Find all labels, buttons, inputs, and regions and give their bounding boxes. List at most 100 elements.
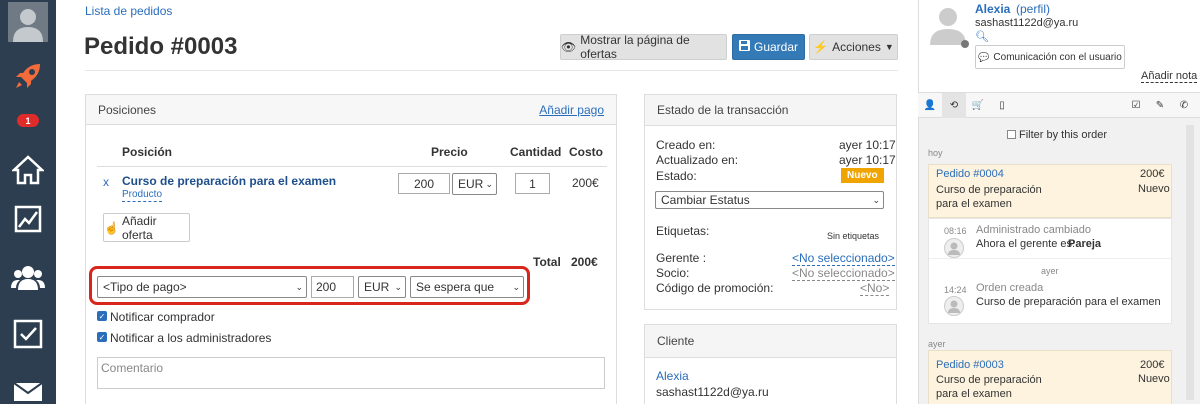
payment-currency-value: EUR — [364, 280, 390, 294]
tab-user-icon[interactable]: 👤 — [918, 93, 942, 118]
tags-value: Sin etiquetas — [827, 231, 880, 241]
home-icon[interactable] — [0, 150, 56, 190]
promo-link[interactable]: <No> — [860, 281, 890, 296]
col-price: Precio — [431, 145, 468, 159]
user-avatar-icon[interactable] — [0, 2, 56, 42]
chat-icon: 💬 — [978, 51, 990, 62]
col-quantity: Cantidad — [510, 145, 562, 159]
profile-name-link[interactable]: Alexia — [975, 2, 1010, 16]
chart-icon[interactable] — [0, 200, 56, 240]
filter-order-label: Filter by this order — [1019, 129, 1108, 141]
order-amount: 200€ — [1140, 359, 1165, 371]
sidebar: 1 — [0, 0, 56, 404]
sidepanel-tabs: 👤 ⟲ 🛒 ▯ ☑ ✎ ✆ — [918, 92, 1200, 118]
show-offers-button[interactable]: 👁 Mostrar la página de ofertas — [560, 33, 727, 61]
tab-phone-icon[interactable]: ✆ — [1172, 93, 1196, 118]
promo-label: Código de promoción: — [656, 281, 774, 295]
client-email: sashast1122d@ya.ru — [656, 385, 769, 399]
table-divider — [97, 166, 607, 167]
tab-tasks-icon[interactable]: ☑ — [1124, 93, 1148, 118]
position-cost: 200€ — [572, 176, 599, 190]
event-manager: Pareja — [1068, 238, 1102, 250]
avatar-icon — [944, 296, 964, 316]
avatar-icon — [944, 238, 964, 258]
client-header: Cliente — [657, 334, 695, 348]
client-name-link[interactable]: Alexia — [656, 369, 689, 383]
event-time: 08:16 — [944, 226, 967, 236]
payment-status-select[interactable]: Se espera que ⌄ — [410, 276, 524, 298]
tab-edit-icon[interactable]: ✎ — [1148, 93, 1172, 118]
order-desc: Curso de preparación para el examen — [936, 184, 1042, 210]
add-offer-button[interactable]: ☝ Añadir oferta — [103, 213, 190, 242]
users-icon[interactable] — [0, 258, 56, 298]
profile-avatar — [927, 3, 969, 45]
status-badge: Nuevo — [841, 168, 884, 183]
chevron-down-icon: ⌄ — [295, 281, 303, 292]
event-time: 14:24 — [944, 285, 967, 295]
add-offer-label: Añadir oferta — [121, 213, 157, 242]
total-label: Total — [533, 255, 561, 269]
price-input[interactable]: 200 — [398, 173, 450, 194]
save-button[interactable]: Guardar — [732, 34, 805, 60]
manager-label: Gerente : — [656, 251, 707, 265]
event-divider — [929, 258, 1171, 259]
save-label: Guardar — [753, 40, 799, 54]
actions-dropdown[interactable]: ⚡ Acciones ▼ — [809, 34, 898, 60]
currency-value: EUR — [458, 177, 484, 191]
chevron-down-icon: ⌄ — [485, 178, 493, 189]
status-label: Estado: — [656, 169, 697, 183]
position-name-link[interactable]: Curso de preparación para el examen — [122, 174, 336, 188]
payment-amount-input[interactable]: 200 — [311, 276, 354, 298]
payment-status-value: Se espera que — [416, 280, 495, 294]
comment-textarea[interactable]: Comentario — [97, 357, 605, 389]
partner-select-link[interactable]: <No seleccionado> — [792, 266, 895, 281]
tab-mobile-icon[interactable]: ▯ — [990, 93, 1014, 118]
payment-type-select[interactable]: <Tipo de pago> ⌄ — [97, 276, 307, 298]
chevron-down-icon: ⌄ — [872, 194, 880, 205]
order-amount: 200€ — [1140, 168, 1165, 180]
order-title-link[interactable]: Pedido #0004 — [936, 168, 1004, 180]
change-status-value: Cambiar Estatus — [661, 193, 750, 207]
notify-admins-checkbox[interactable]: ✓ — [97, 332, 107, 342]
notify-buyer-checkbox[interactable]: ✓ — [97, 311, 107, 321]
total-value: 200€ — [571, 255, 598, 269]
manager-select-link[interactable]: <No seleccionado> — [792, 251, 895, 266]
notification-badge[interactable]: 1 — [17, 114, 39, 127]
positions-header: Posiciones — [98, 102, 157, 117]
actions-label: Acciones — [832, 40, 881, 54]
breadcrumb[interactable]: Lista de pedidos — [85, 4, 172, 18]
order-desc: Curso de preparación para el examen — [936, 374, 1042, 400]
search-icon[interactable]: 🔍︎ — [975, 30, 989, 43]
chevron-down-icon: ⌄ — [394, 281, 402, 292]
eye-icon: 👁 — [561, 40, 577, 54]
col-position: Posición — [122, 145, 173, 159]
mail-icon[interactable] — [0, 376, 56, 404]
tags-label: Etiquetas: — [656, 224, 710, 238]
chevron-down-icon: ⌄ — [512, 281, 520, 292]
notify-admins-label: Notificar a los administradores — [110, 331, 272, 345]
remove-position-button[interactable]: x — [103, 175, 109, 189]
position-type-link[interactable]: Producto — [122, 189, 163, 202]
quantity-input[interactable]: 1 — [515, 173, 550, 194]
payment-type-value: <Tipo de pago> — [103, 280, 187, 294]
updated-value: ayer 10:17 — [839, 153, 896, 167]
currency-select[interactable]: EUR ⌄ — [452, 173, 497, 195]
profile-link[interactable]: (perfil) — [1016, 2, 1050, 16]
transaction-header: Estado de la transacción — [657, 103, 789, 117]
add-payment-link[interactable]: Añadir pago — [539, 103, 604, 117]
scrollbar[interactable] — [1186, 125, 1194, 400]
change-status-select[interactable]: Cambiar Estatus ⌄ — [655, 191, 884, 209]
created-value: ayer 10:17 — [839, 138, 896, 152]
tab-history-icon[interactable]: ⟲ — [942, 93, 966, 118]
checkbox-icon[interactable] — [0, 314, 56, 354]
order-title-link[interactable]: Pedido #0003 — [936, 359, 1004, 371]
event-title: Administrado cambiado — [976, 224, 1091, 236]
day-label-yesterday: ayer — [928, 339, 946, 349]
rocket-icon[interactable] — [0, 58, 56, 94]
filter-order-checkbox[interactable] — [1007, 130, 1016, 139]
payment-currency-select[interactable]: EUR ⌄ — [358, 276, 406, 298]
tab-cart-icon[interactable]: 🛒 — [966, 93, 990, 118]
add-note-link[interactable]: Añadir nota — [1141, 70, 1198, 83]
divider — [85, 70, 898, 71]
contact-user-button[interactable]: 💬 Comunicación con el usuario — [975, 45, 1125, 69]
